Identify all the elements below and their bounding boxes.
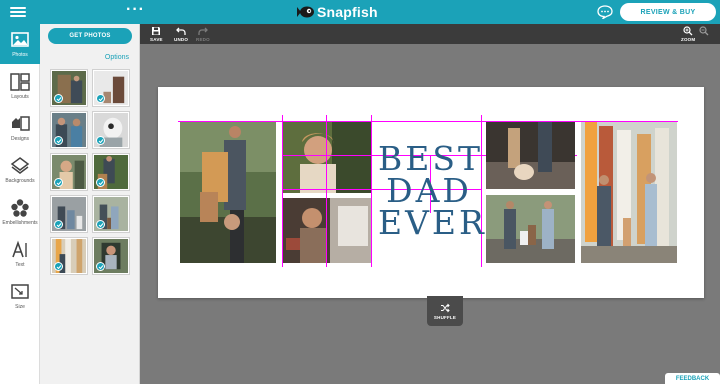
shuffle-button[interactable]: SHUFFLE xyxy=(427,296,463,326)
photo-image xyxy=(180,122,276,263)
redo-label: REDO xyxy=(196,37,210,42)
brand-name: Snapfish xyxy=(317,4,378,20)
canvas-photo-girl-smiling[interactable] xyxy=(282,122,372,193)
shuffle-label: SHUFFLE xyxy=(433,314,457,320)
top-header: ··· Snapfish REVIEW & BUY xyxy=(0,0,720,24)
feedback-button[interactable]: FEEDBACK xyxy=(665,373,720,384)
snapfish-logo[interactable]: Snapfish xyxy=(296,3,378,21)
layout-icon xyxy=(10,73,30,91)
photo-image xyxy=(282,122,372,193)
check-icon xyxy=(54,178,63,187)
designs-icon xyxy=(12,116,30,131)
get-photos-button[interactable]: GET PHOTOS xyxy=(48,28,132,44)
photo-thumbnail[interactable] xyxy=(51,70,87,106)
embellishment-icon xyxy=(11,199,29,217)
save-icon xyxy=(152,27,161,35)
check-icon xyxy=(96,262,105,271)
canvas-photo-dad-kid-upside-down[interactable] xyxy=(180,122,276,263)
options-link[interactable]: Options xyxy=(105,54,129,61)
photo-thumbnail[interactable] xyxy=(51,112,87,148)
rail-item-text[interactable]: Text xyxy=(0,234,40,274)
undo-label: UNDO xyxy=(174,37,189,42)
photo-thumbnail[interactable] xyxy=(51,238,87,274)
check-icon xyxy=(54,262,63,271)
photo-image xyxy=(486,195,575,263)
photo-thumbnail[interactable] xyxy=(93,112,129,148)
alignment-guide xyxy=(481,115,482,267)
undo-icon xyxy=(176,27,186,35)
photo-icon xyxy=(11,32,29,47)
editor-toolbar: SAVE UNDO REDO ZOOM xyxy=(140,24,720,44)
alignment-guide xyxy=(282,115,283,267)
check-icon xyxy=(96,178,105,187)
rail-label: Size xyxy=(15,304,25,310)
undo-button[interactable]: UNDO xyxy=(174,26,188,42)
rail-label: Photos xyxy=(12,52,28,58)
rail-item-layouts[interactable]: Layouts xyxy=(0,66,40,106)
check-icon xyxy=(96,220,105,229)
photo-image xyxy=(581,122,677,263)
text-icon xyxy=(12,240,27,258)
canvas-photo-surfboards-family[interactable] xyxy=(581,122,677,263)
photo-thumbnail[interactable] xyxy=(51,154,87,190)
rail-item-backgrounds[interactable]: Backgrounds xyxy=(0,150,40,190)
fish-logo-icon xyxy=(297,6,314,18)
zoom-in-icon xyxy=(683,26,693,36)
tool-rail: Photos Layouts Designs Backgrounds Embel… xyxy=(0,24,40,384)
text-line-ever: EVER xyxy=(378,203,487,242)
hamburger-menu-icon[interactable] xyxy=(10,5,26,19)
check-icon xyxy=(54,94,63,103)
zoom-out-icon[interactable] xyxy=(699,26,709,36)
redo-button[interactable]: REDO xyxy=(196,26,210,42)
zoom-control[interactable]: ZOOM xyxy=(681,26,695,42)
review-and-buy-button[interactable]: REVIEW & BUY xyxy=(620,3,716,21)
chat-icon[interactable] xyxy=(597,5,613,19)
canvas-photo-family-with-dog[interactable] xyxy=(486,195,575,263)
photo-thumbnail[interactable] xyxy=(93,154,129,190)
check-icon xyxy=(54,220,63,229)
alignment-guide xyxy=(326,115,327,267)
rail-label: Embellishments xyxy=(2,220,38,226)
rail-item-size[interactable]: Size xyxy=(0,276,40,316)
rail-label: Layouts xyxy=(11,94,29,100)
photos-panel: GET PHOTOS Options xyxy=(40,24,140,384)
alignment-guide xyxy=(371,115,372,267)
canvas-photo-kid-with-toys[interactable] xyxy=(282,198,372,263)
rail-label: Designs xyxy=(10,136,30,142)
rail-item-embellishments[interactable]: Embellishments xyxy=(0,192,40,232)
save-button[interactable]: SAVE xyxy=(150,26,163,42)
check-icon xyxy=(96,94,105,103)
rail-item-designs[interactable]: Designs xyxy=(0,108,40,148)
check-icon xyxy=(96,136,105,145)
rail-item-photos[interactable]: Photos xyxy=(0,24,40,64)
photo-image xyxy=(486,122,575,189)
canvas-photo-holding-hands[interactable] xyxy=(486,122,575,189)
backgrounds-icon xyxy=(10,157,30,174)
redo-icon xyxy=(198,27,208,35)
check-icon xyxy=(54,136,63,145)
save-label: SAVE xyxy=(150,37,163,42)
zoom-label: ZOOM xyxy=(681,37,696,42)
size-icon xyxy=(11,284,29,299)
photo-thumbnail[interactable] xyxy=(93,70,129,106)
photo-image xyxy=(282,198,372,263)
photo-thumbnail[interactable] xyxy=(93,196,129,232)
best-dad-ever-text[interactable]: BEST DAD EVER xyxy=(378,142,487,242)
shuffle-icon xyxy=(441,303,450,312)
rail-label: Backgrounds xyxy=(5,178,35,184)
more-options-icon[interactable]: ··· xyxy=(126,2,145,18)
photo-thumbnail[interactable] xyxy=(93,238,129,274)
photo-thumbnail[interactable] xyxy=(51,196,87,232)
rail-label: Text xyxy=(15,262,25,268)
